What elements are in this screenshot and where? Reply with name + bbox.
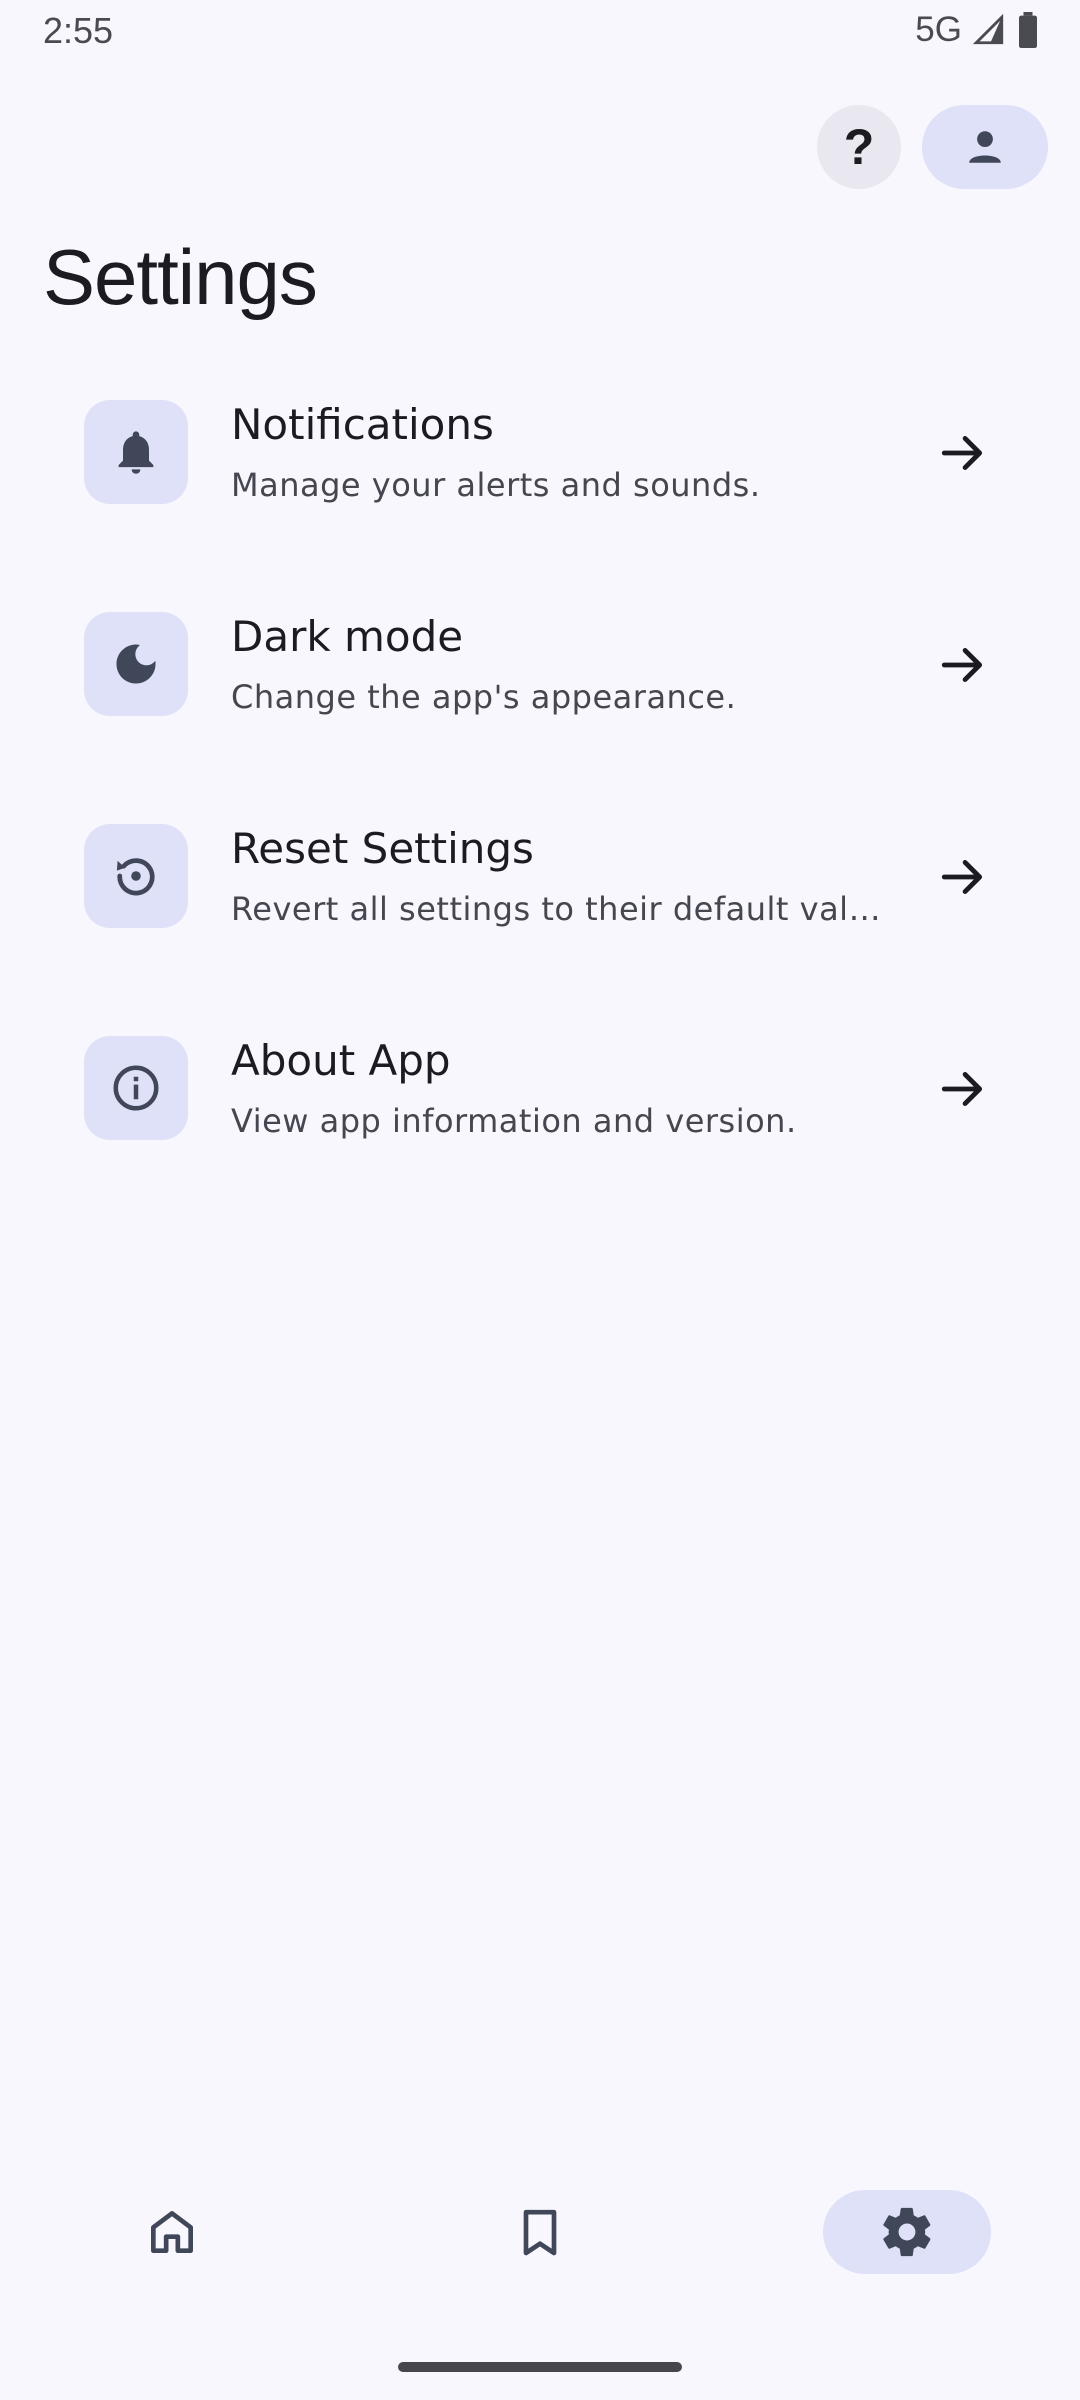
arrow-forward-icon bbox=[941, 648, 983, 682]
page-title: Settings bbox=[43, 233, 318, 321]
gesture-bar[interactable] bbox=[398, 2362, 682, 2372]
help-button[interactable]: ? bbox=[817, 105, 901, 189]
setting-subtitle: Change the app's appearance. bbox=[231, 678, 737, 716]
setting-item-about[interactable]: About App View app information and versi… bbox=[0, 1006, 1080, 1218]
settings-list: Notifications Manage your alerts and sou… bbox=[0, 370, 1080, 1218]
setting-item-notifications[interactable]: Notifications Manage your alerts and sou… bbox=[0, 370, 1080, 582]
setting-item-reset[interactable]: Reset Settings Revert all settings to th… bbox=[0, 794, 1080, 1006]
setting-subtitle: View app information and version. bbox=[231, 1102, 797, 1140]
setting-title: Notifications bbox=[231, 400, 494, 449]
setting-title: Reset Settings bbox=[231, 824, 534, 873]
setting-item-dark-mode[interactable]: Dark mode Change the app's appearance. bbox=[0, 582, 1080, 794]
setting-subtitle: Manage your alerts and sounds. bbox=[231, 466, 761, 504]
person-icon bbox=[969, 131, 1001, 163]
gear-icon bbox=[883, 2207, 931, 2257]
battery-icon bbox=[1019, 12, 1037, 48]
setting-subtitle: Revert all settings to their default val… bbox=[231, 890, 881, 928]
status-bar: 2:55 5G bbox=[0, 0, 1080, 62]
network-label: 5G bbox=[915, 10, 962, 49]
help-icon: ? bbox=[843, 119, 875, 175]
bell-icon bbox=[84, 400, 188, 504]
status-time: 2:55 bbox=[43, 10, 114, 51]
bottom-navigation bbox=[0, 2170, 1080, 2290]
account-button[interactable] bbox=[922, 105, 1048, 189]
arrow-forward-icon bbox=[941, 1072, 983, 1106]
info-icon bbox=[84, 1036, 188, 1140]
reset-icon bbox=[84, 824, 188, 928]
bookmark-icon bbox=[523, 2209, 557, 2256]
setting-title: About App bbox=[231, 1036, 451, 1085]
home-icon bbox=[151, 2211, 194, 2253]
signal-icon bbox=[972, 13, 1004, 45]
moon-icon bbox=[84, 612, 188, 716]
arrow-forward-icon bbox=[941, 860, 983, 894]
nav-settings[interactable] bbox=[823, 2190, 991, 2274]
nav-home[interactable] bbox=[112, 2190, 232, 2274]
status-icons: 5G bbox=[915, 10, 1040, 50]
arrow-forward-icon bbox=[941, 436, 983, 470]
setting-title: Dark mode bbox=[231, 612, 464, 661]
settings-screen: 2:55 5G ? Settings Notifications Manage … bbox=[0, 0, 1080, 2400]
nav-bookmarks[interactable] bbox=[480, 2190, 600, 2274]
